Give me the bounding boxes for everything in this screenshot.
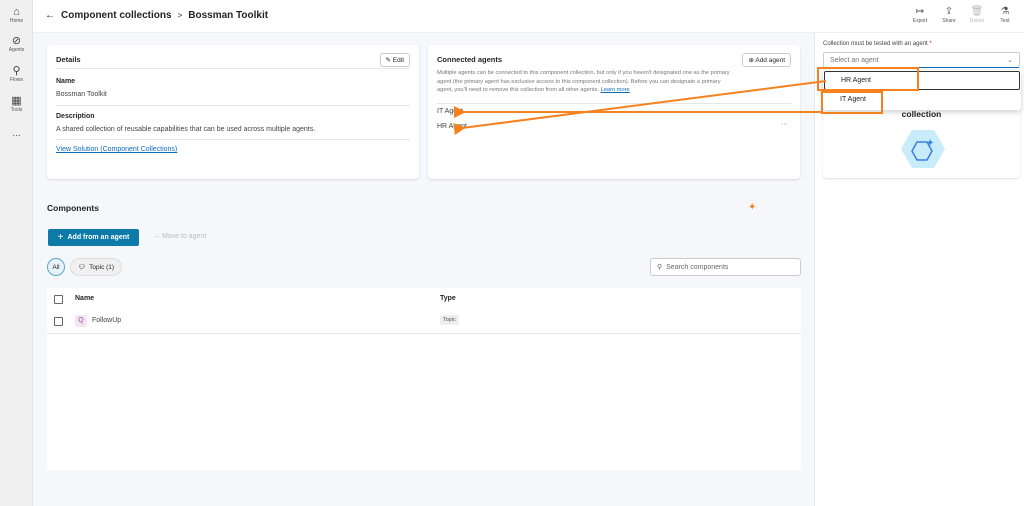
highlight-it-agent [821, 91, 883, 114]
arrow-hr-agent [453, 80, 827, 135]
annotation-overlay [453, 67, 919, 135]
highlight-hr-agent [817, 67, 919, 91]
